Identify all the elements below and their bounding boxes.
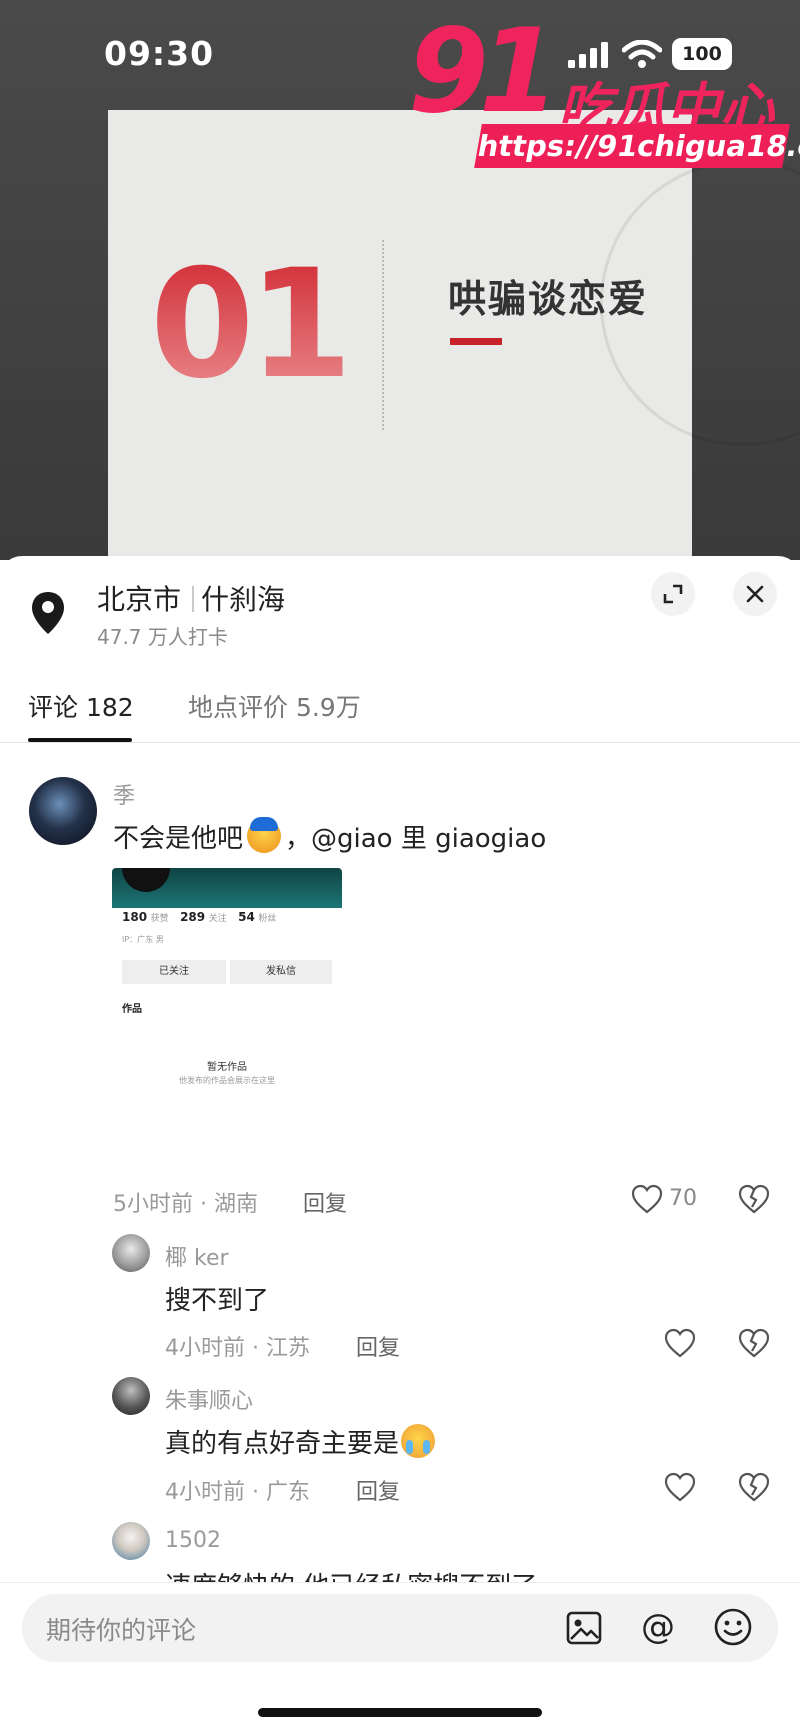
reply-author[interactable]: 1502 [165,1528,221,1553]
watermark-url: https://91chigua18.com [474,124,800,168]
reply-author[interactable]: 椰 ker [165,1240,229,1272]
home-indicator[interactable] [258,1708,542,1717]
reply-text: 真的有点好奇主要是 [165,1423,436,1460]
image-empty-title: 暂无作品 [207,1062,247,1073]
avatar[interactable] [29,777,97,845]
image-stat-value: 289 [180,910,206,924]
crying-emoji-icon [401,1424,436,1458]
mention-icon[interactable]: @ [637,1606,679,1648]
slide-accent-bar [450,338,502,345]
image-follow-label: 已关注 [122,960,226,984]
image-stat-label: 粉丝 [258,914,277,924]
reply-author[interactable]: 朱事顺心 [165,1383,253,1415]
expand-button[interactable] [651,572,695,616]
reply-meta: 4小时前 · 江苏 [165,1336,310,1361]
location-pin-icon [32,592,64,634]
slide-title: 哄骗谈恋爱 [448,277,649,321]
location-place[interactable]: 什刹海 [201,578,285,618]
comment-input-placeholder[interactable]: 期待你的评论 [46,1611,196,1647]
comment-image[interactable]: 180 获赞 289 关注 54 粉丝 IP：广东 男 已关注 发私信 作品 暂… [112,868,342,1128]
comment-sheet [0,556,800,1734]
expand-icon [663,584,683,604]
reply-button[interactable]: 回复 [356,1474,400,1506]
reply-button[interactable]: 回复 [303,1186,347,1218]
like-heart-icon[interactable] [664,1472,696,1502]
location-separator [192,586,194,612]
comment-mention-text[interactable]: ，@giao 里 giaogiao [285,824,546,854]
location-city[interactable]: 北京市 [97,578,181,618]
image-profile-tags: IP：广东 男 [122,935,164,944]
comment-text: 不会是他吧 ，@giao 里 giaogiao [113,817,546,855]
avatar[interactable] [112,1234,150,1272]
comment-author[interactable]: 季 [113,778,135,810]
image-dm-label: 发私信 [230,960,332,984]
image-picker-icon[interactable] [564,1608,604,1648]
image-stat-value: 54 [238,910,255,924]
tab-location-reviews[interactable]: 地点评价 5.9万 [188,688,361,724]
tab-comments[interactable]: 评论 182 [28,688,134,724]
reply-meta: 4小时前 · 广东 [165,1480,310,1505]
slide-divider [382,240,384,430]
image-stat-label: 关注 [208,914,227,924]
like-heart-icon[interactable] [664,1328,696,1358]
dislike-broken-heart-icon[interactable] [738,1184,770,1214]
location-checkins: 47.7 万人打卡 [97,625,228,649]
avatar[interactable] [112,1522,150,1560]
reply-button[interactable]: 回复 [356,1330,400,1362]
emoji-icon [247,817,282,853]
tab-divider [0,742,800,743]
image-profile-stats: 180 获赞 289 关注 54 粉丝 [122,910,284,924]
close-icon [746,585,764,603]
reply-text-part: 真的有点好奇主要是 [165,1429,400,1459]
avatar[interactable] [112,1377,150,1415]
dislike-broken-heart-icon[interactable] [738,1472,770,1502]
dislike-broken-heart-icon[interactable] [738,1328,770,1358]
image-works-label: 作品 [122,1004,142,1015]
image-empty-subtitle: 他发布的作品会展示在这里 [179,1076,275,1085]
status-time: 09:30 [104,34,215,73]
image-stat-label: 获赞 [150,914,169,924]
like-count: 70 [669,1186,697,1211]
slide-number: 01 [150,238,353,412]
comment-meta: 5小时前 · 湖南 [113,1192,258,1217]
image-stat-value: 180 [122,910,148,924]
like-heart-icon[interactable] [631,1184,663,1214]
reply-text: 搜不到了 [165,1286,270,1316]
emoji-picker-icon[interactable] [712,1606,754,1648]
watermark-logo-number: 91 [408,4,559,139]
comment-text-part: 不会是他吧 [113,824,244,854]
close-button[interactable] [733,572,777,616]
